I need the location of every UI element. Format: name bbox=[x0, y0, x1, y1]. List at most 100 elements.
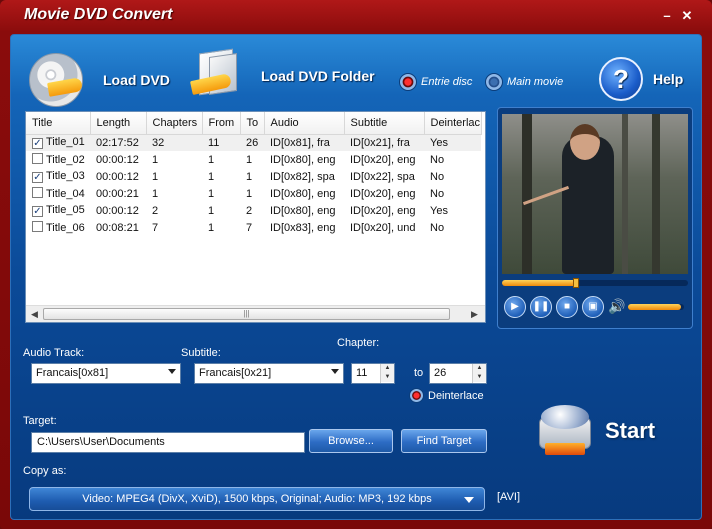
cell-title: Title_06 bbox=[26, 219, 90, 236]
cell-title: Title_04 bbox=[26, 185, 90, 202]
table-row[interactable]: ✓ Title_01 02:17:52 32 11 26 ID[0x81], fra ID[0… bbox=[26, 134, 481, 151]
entire-disc-radio[interactable]: Entrie disc bbox=[399, 73, 472, 91]
cell-from: 1 bbox=[208, 153, 215, 166]
stepper-down-icon[interactable]: ▼ bbox=[381, 373, 394, 382]
cell-title: ✓ Title_03 bbox=[26, 168, 90, 185]
table-header: Title Length Chapters From To Audio Subt… bbox=[26, 112, 482, 135]
dvd-folder-icon bbox=[189, 48, 245, 103]
cell-audio: ID[0x82], spa bbox=[270, 170, 335, 183]
scroll-right-icon[interactable]: ▶ bbox=[471, 309, 478, 320]
chapter-to-value: 26 bbox=[434, 367, 447, 379]
cell-deinterlace: Yes bbox=[430, 204, 448, 217]
stepper-down-icon[interactable]: ▼ bbox=[473, 373, 486, 382]
cell-chapters: 7 bbox=[152, 221, 159, 234]
audio-track-select[interactable]: Francais[0x81] bbox=[31, 363, 181, 384]
stop-button[interactable]: ■ bbox=[556, 296, 578, 318]
column-header-subtitle[interactable]: Subtitle bbox=[344, 112, 425, 135]
stepper-up-icon[interactable]: ▲ bbox=[473, 364, 486, 373]
checkbox-icon[interactable] bbox=[32, 153, 43, 164]
checkbox-checked-icon[interactable]: ✓ bbox=[32, 138, 43, 150]
volume-icon[interactable]: 🔊 bbox=[608, 298, 625, 315]
stepper-up-icon[interactable]: ▲ bbox=[381, 364, 394, 373]
cell-subtitle: ID[0x21], fra bbox=[344, 134, 424, 151]
subtitle-select[interactable]: Francais[0x21] bbox=[194, 363, 344, 384]
cell-deinterlace: No bbox=[430, 221, 445, 234]
checkbox-checked-icon[interactable]: ✓ bbox=[32, 172, 43, 183]
scrollbar-thumb[interactable]: ||| bbox=[43, 308, 450, 320]
cell-to: 2 bbox=[246, 204, 253, 217]
volume-slider[interactable] bbox=[628, 304, 684, 310]
cell-to: 1 bbox=[246, 170, 253, 183]
table-row[interactable]: ✓ Title_03 00:00:12 1 1 1 ID[0x82], spa ID[0x22… bbox=[26, 168, 481, 185]
target-label: Target: bbox=[23, 415, 57, 427]
help-icon: ? bbox=[599, 57, 643, 101]
column-header-audio[interactable]: Audio bbox=[264, 112, 345, 135]
cell-audio: ID[0x81], fra bbox=[264, 134, 344, 151]
table-row[interactable]: ✓ Title_05 00:00:12 2 1 2 ID[0x80], eng ID[0x20… bbox=[26, 202, 481, 219]
load-dvd-folder-button[interactable]: Load DVD Folder bbox=[189, 48, 375, 103]
column-header-title[interactable]: Title bbox=[26, 112, 91, 135]
deinterlace-toggle[interactable]: Deinterlace bbox=[409, 388, 484, 403]
checkbox-icon[interactable] bbox=[32, 187, 43, 198]
column-header-chapters[interactable]: Chapters bbox=[146, 112, 203, 135]
target-path-input[interactable]: C:\Users\User\Documents bbox=[31, 432, 305, 453]
column-header-length[interactable]: Length bbox=[90, 112, 147, 135]
cell-subtitle: ID[0x20], eng bbox=[350, 204, 416, 217]
main-panel: Load DVD Load DVD Folder Entrie disc Mai… bbox=[10, 34, 702, 520]
column-header-deinterlace[interactable]: Deinterlac bbox=[424, 112, 482, 135]
seek-handle[interactable] bbox=[573, 278, 579, 288]
table-row[interactable]: Title_02 00:00:12 1 1 1 ID[0x80], eng ID[0x20]… bbox=[26, 151, 481, 168]
cell-to: 26 bbox=[240, 134, 264, 151]
checkbox-checked-icon[interactable]: ✓ bbox=[32, 206, 43, 217]
deinterlace-label: Deinterlace bbox=[428, 389, 484, 402]
pause-button[interactable]: ❚❚ bbox=[530, 296, 552, 318]
subtitle-label: Subtitle: bbox=[181, 347, 221, 359]
main-movie-radio[interactable]: Main movie bbox=[485, 73, 563, 91]
window-title: Movie DVD Convert bbox=[24, 6, 173, 23]
close-button[interactable]: ✕ bbox=[680, 8, 694, 24]
cell-length: 00:08:21 bbox=[96, 221, 139, 234]
cell-length: 00:00:12 bbox=[96, 204, 139, 217]
column-header-from[interactable]: From bbox=[202, 112, 241, 135]
start-label: Start bbox=[605, 418, 656, 443]
chapter-to-label: to bbox=[414, 367, 424, 379]
load-dvd-button[interactable]: Load DVD bbox=[29, 53, 170, 107]
help-label: Help bbox=[653, 71, 684, 87]
checkbox-icon[interactable] bbox=[32, 221, 43, 232]
cell-subtitle: ID[0x20], und bbox=[350, 221, 416, 234]
cell-from: 1 bbox=[208, 187, 215, 200]
table-row[interactable]: Title_06 00:08:21 7 1 7 ID[0x83], eng ID[0x20]… bbox=[26, 219, 481, 236]
cell-chapters: 1 bbox=[152, 153, 159, 166]
table-row[interactable]: Title_04 00:00:21 1 1 1 ID[0x80], eng ID[0x20]… bbox=[26, 185, 481, 202]
output-format-select[interactable]: Video: MPEG4 (DivX, XviD), 1500 kbps, Or… bbox=[29, 487, 485, 511]
cell-chapters: 1 bbox=[152, 187, 159, 200]
titles-table: Title Length Chapters From To Audio Subt… bbox=[25, 111, 486, 323]
cell-audio: ID[0x83], eng bbox=[270, 221, 336, 234]
cell-audio: ID[0x80], eng bbox=[270, 153, 336, 166]
scroll-left-icon[interactable]: ◀ bbox=[31, 309, 38, 320]
cell-subtitle: ID[0x20], eng bbox=[350, 153, 416, 166]
cell-from: 11 bbox=[202, 134, 240, 151]
cell-to: 7 bbox=[246, 221, 253, 234]
row-title-label: Title_03 bbox=[46, 170, 85, 182]
cell-chapters: 1 bbox=[152, 170, 159, 183]
row-title-label: Title_01 bbox=[46, 136, 85, 149]
play-button[interactable]: ▶ bbox=[504, 296, 526, 318]
minimize-button[interactable]: – bbox=[660, 8, 674, 24]
chapter-to-stepper[interactable]: 26 ▲ ▼ bbox=[429, 363, 487, 384]
seek-progress bbox=[502, 280, 576, 286]
cell-audio: ID[0x80], eng bbox=[270, 204, 336, 217]
start-button[interactable]: Start bbox=[535, 399, 655, 463]
chapter-from-stepper[interactable]: 11 ▲ ▼ bbox=[351, 363, 395, 384]
row-title-label: Title_05 bbox=[46, 204, 85, 216]
cell-chapters: 2 bbox=[152, 204, 159, 217]
cell-from: 1 bbox=[208, 221, 215, 234]
column-header-to[interactable]: To bbox=[240, 112, 265, 135]
browse-button[interactable]: Browse... bbox=[309, 429, 393, 453]
help-button[interactable]: ? Help bbox=[599, 57, 683, 101]
start-burner-icon bbox=[535, 399, 599, 463]
seek-slider[interactable] bbox=[502, 278, 688, 288]
find-target-button[interactable]: Find Target bbox=[401, 429, 487, 453]
horizontal-scrollbar[interactable]: ◀ ||| ▶ bbox=[26, 305, 485, 322]
snapshot-button[interactable]: ▣ bbox=[582, 296, 604, 318]
